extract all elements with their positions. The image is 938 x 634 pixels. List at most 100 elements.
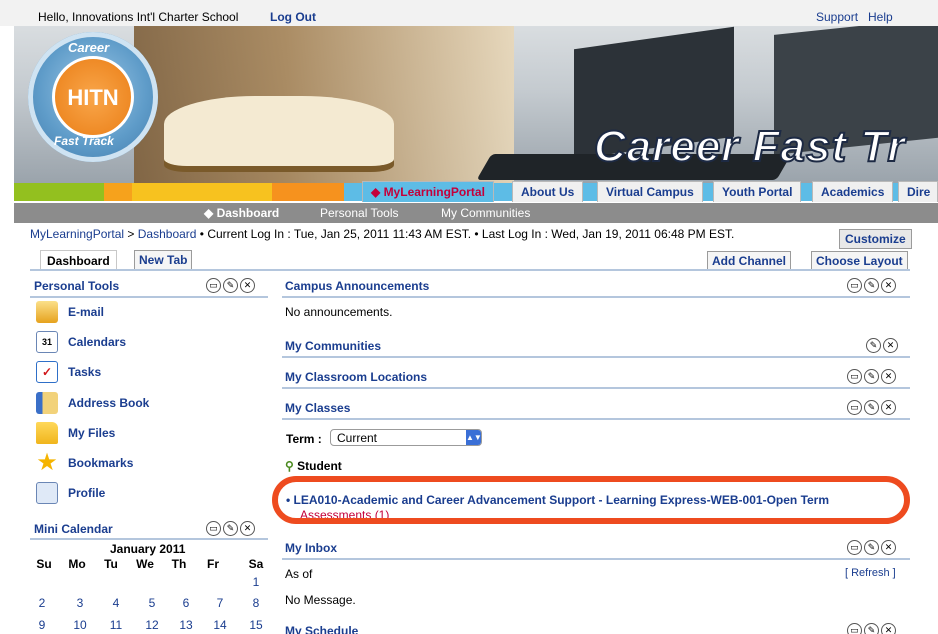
select-arrows-icon: ▲▼ [466,430,482,445]
calendar-day[interactable]: 12 [138,618,166,632]
edit-icon[interactable]: ✎ [223,521,238,536]
calendar-icon: 31 [36,331,58,353]
calendar-day[interactable]: 5 [138,596,166,610]
mini-calendar-title: Mini Calendar [34,522,113,536]
close-icon[interactable]: ✕ [240,521,255,536]
tab-dashboard[interactable]: Dashboard [40,250,117,271]
calendar-day[interactable]: 1 [242,575,270,589]
close-icon[interactable]: ✕ [881,623,896,634]
divider [282,418,910,420]
close-icon[interactable]: ✕ [881,369,896,384]
student-label-text: Student [297,459,342,473]
tab-directory[interactable]: Dire [898,181,938,202]
inbox-as-of: As of [285,567,313,581]
minimize-icon[interactable]: ▭ [847,400,862,415]
sub-navigation: ◆ Dashboard Personal Tools My Communitie… [14,203,938,223]
email-icon [36,301,58,323]
minimize-icon[interactable]: ▭ [206,521,221,536]
tab-youth-portal[interactable]: Youth Portal [713,181,802,202]
tab-virtual-campus[interactable]: Virtual Campus [597,181,703,202]
minimize-icon[interactable]: ▭ [847,540,862,555]
help-link[interactable]: Help [868,10,893,24]
logo-career-text: Career [68,40,110,55]
inbox-message: No Message. [285,593,356,607]
breadcrumb-dashboard[interactable]: Dashboard [138,227,197,241]
edit-icon[interactable]: ✎ [866,338,881,353]
calendar-day[interactable]: 6 [172,596,200,610]
term-select[interactable]: Current ▲▼ [330,429,482,446]
my-schedule-title: My Schedule [285,624,359,634]
calendar-day[interactable]: 4 [102,596,130,610]
tool-my-files[interactable]: My Files [36,422,115,444]
minimize-icon[interactable]: ▭ [847,278,862,293]
highlight-annotation [272,476,910,524]
edit-icon[interactable]: ✎ [864,400,879,415]
subnav-personal-tools[interactable]: Personal Tools [320,206,399,220]
close-icon[interactable]: ✕ [240,278,255,293]
edit-icon[interactable]: ✎ [864,540,879,555]
calendar-day[interactable]: 2 [28,596,56,610]
calendar-month: January 2011 [110,542,186,556]
calendar-day[interactable]: 10 [66,618,94,632]
subnav-my-communities[interactable]: My Communities [441,206,530,220]
close-icon[interactable]: ✕ [883,338,898,353]
edit-icon[interactable]: ✎ [223,278,238,293]
minimize-icon[interactable]: ▭ [206,278,221,293]
tab-academics[interactable]: Academics [812,181,894,202]
calendar-day-header: Sa [248,557,264,571]
folder-icon [36,422,58,444]
calendar-day-header: Th [171,557,187,571]
term-label: Term : [286,432,322,446]
close-icon[interactable]: ✕ [881,400,896,415]
calendar-day[interactable]: 14 [206,618,234,632]
greeting-text: Hello, Innovations Int'l Charter School [38,10,239,24]
close-icon[interactable]: ✕ [881,540,896,555]
my-classroom-locations-title: My Classroom Locations [285,370,428,384]
edit-icon[interactable]: ✎ [864,369,879,384]
personal-tools-title: Personal Tools [34,279,120,293]
tool-tasks-label: Tasks [68,365,102,379]
login-info: • Current Log In : Tue, Jan 25, 2011 11:… [196,227,735,241]
banner-brand-text: Career Fast Tr [593,121,906,172]
calendar-day[interactable]: 11 [102,618,130,632]
divider [282,558,910,560]
tool-calendars[interactable]: 31 Calendars [36,331,126,353]
tab-about-us[interactable]: About Us [512,181,584,202]
calendar-day[interactable]: 15 [242,618,270,632]
calendar-day-header: Tu [104,557,118,571]
edit-icon[interactable]: ✎ [864,278,879,293]
calendar-day[interactable]: 8 [242,596,270,610]
tool-email[interactable]: E-mail [36,301,104,323]
hitn-logo: Career HITN Fast Track [28,32,158,162]
tool-bookmarks[interactable]: ★ Bookmarks [36,451,134,475]
calendar-day[interactable]: 3 [66,596,94,610]
calendar-day[interactable]: 7 [206,596,234,610]
new-tab-button[interactable]: New Tab [134,250,193,270]
minimize-icon[interactable]: ▭ [847,623,862,634]
tool-bookmarks-label: Bookmarks [68,456,134,470]
my-communities-title: My Communities [285,339,382,353]
tab-mylearningportal[interactable]: ◆ MyLearningPortal [362,181,494,202]
add-channel-button[interactable]: Add Channel [707,251,791,271]
minimize-icon[interactable]: ▭ [847,369,862,384]
tool-my-files-label: My Files [68,426,116,440]
edit-icon[interactable]: ✎ [864,623,879,634]
tool-profile[interactable]: Profile [36,482,105,504]
calendar-day[interactable]: 13 [172,618,200,632]
logout-link[interactable]: Log Out [270,10,316,24]
top-bar: Hello, Innovations Int'l Charter School … [0,0,938,26]
subnav-dashboard[interactable]: ◆ Dashboard [204,206,279,220]
tool-address-book[interactable]: Address Book [36,392,149,414]
tool-email-label: E-mail [68,305,105,319]
tool-tasks[interactable]: ✓ Tasks [36,361,101,383]
close-icon[interactable]: ✕ [881,278,896,293]
calendar-day[interactable]: 9 [28,618,56,632]
choose-layout-button[interactable]: Choose Layout [811,251,908,271]
announcements-controls: ▭ ✎ ✕ [847,278,896,293]
support-link[interactable]: Support [816,10,858,24]
inbox-refresh-link[interactable]: [ Refresh ] [845,567,896,579]
personal-tools-controls: ▭ ✎ ✕ [206,278,255,293]
customize-button[interactable]: Customize [839,229,912,249]
breadcrumb-mylearningportal[interactable]: MyLearningPortal [30,227,124,241]
mini-calendar-controls: ▭ ✎ ✕ [206,521,255,536]
